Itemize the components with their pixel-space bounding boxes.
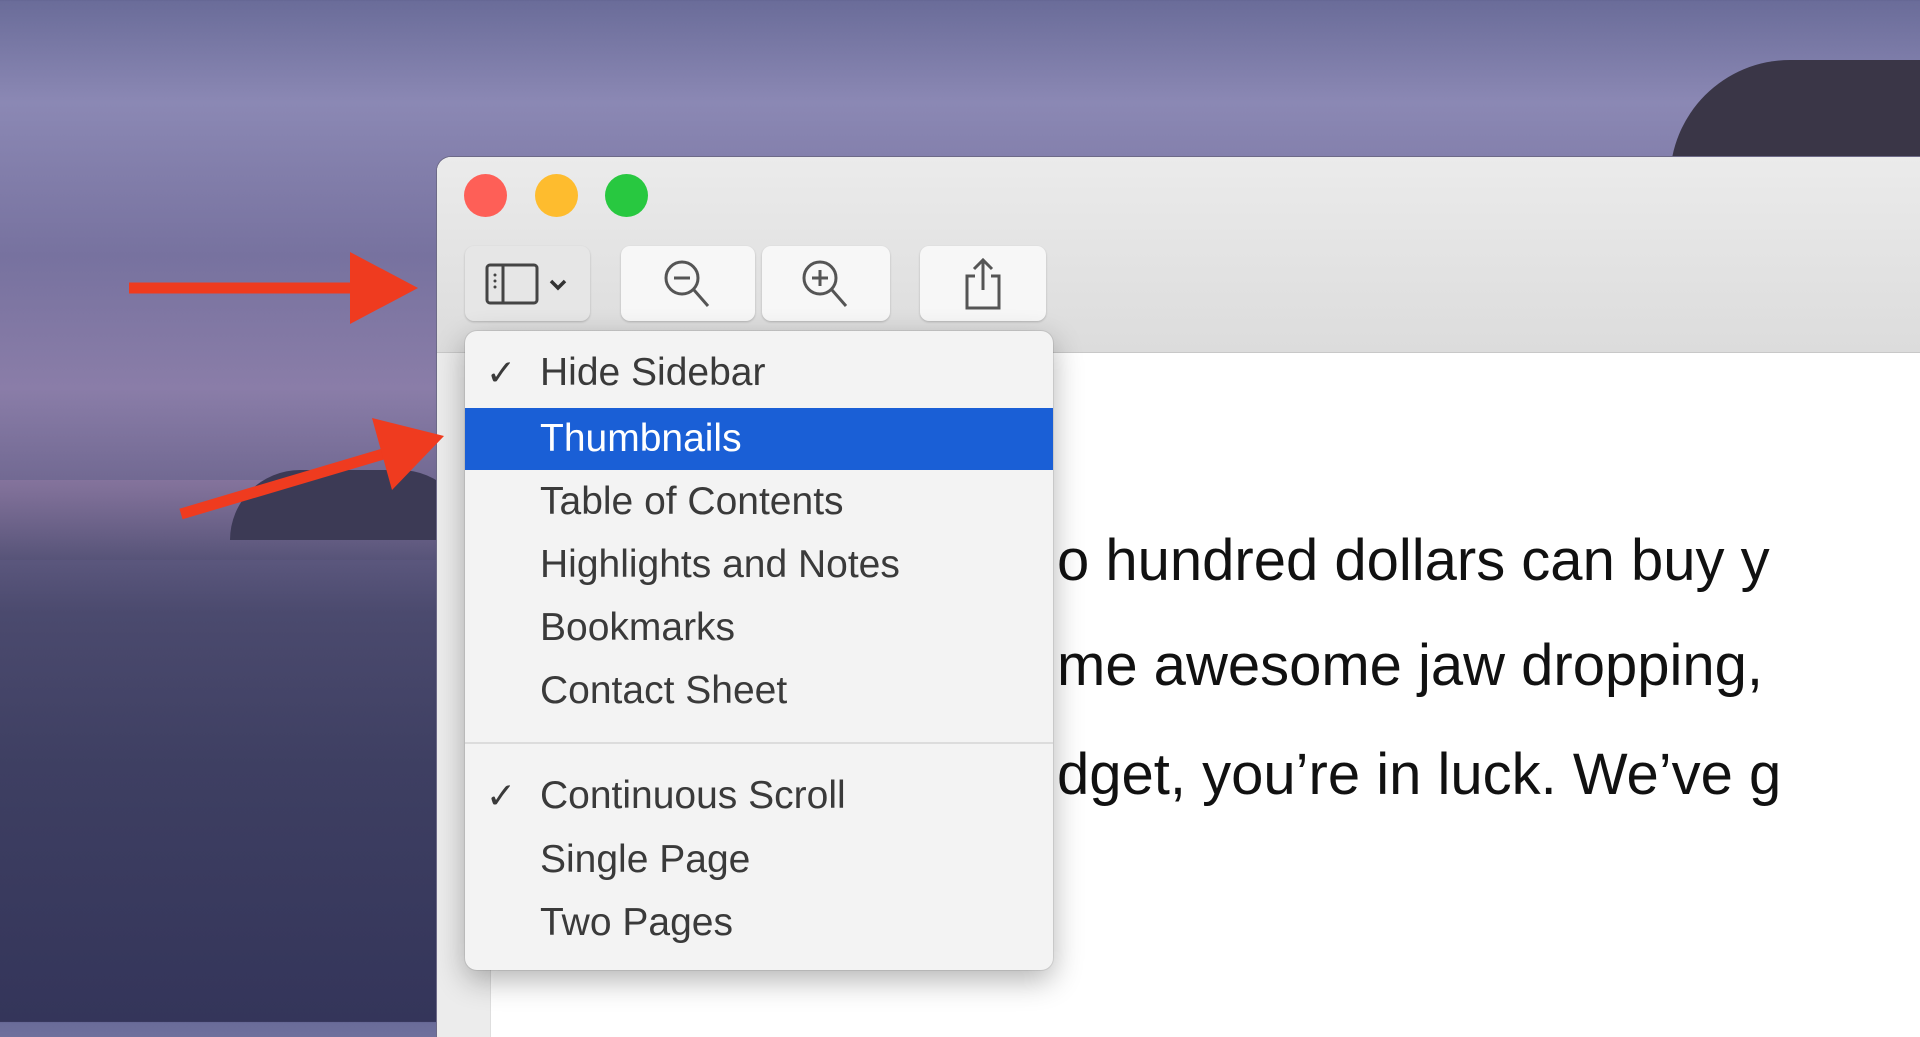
menu-item-two-pages[interactable]: Two Pages	[465, 892, 1053, 954]
document-text-line: o hundred dollars can buy y	[1057, 528, 1770, 593]
zoom-out-button[interactable]	[621, 246, 755, 321]
zoom-out-icon	[664, 260, 710, 307]
menu-separator	[465, 742, 1053, 744]
minimize-button[interactable]	[535, 174, 578, 217]
menu-item-thumbnails[interactable]: Thumbnails	[465, 408, 1053, 470]
share-button[interactable]	[920, 246, 1046, 321]
zoom-in-button[interactable]	[762, 246, 890, 321]
sidebar-icon	[485, 263, 566, 304]
menu-item-bookmarks[interactable]: Bookmarks	[465, 597, 1053, 659]
zoom-button[interactable]	[605, 174, 648, 217]
share-icon	[965, 257, 1001, 309]
document-text-line: me awesome jaw dropping,	[1057, 633, 1764, 698]
menu-item-highlights-and-notes[interactable]: Highlights and Notes	[465, 534, 1053, 596]
sidebar-dropdown-menu: ✓ Hide Sidebar Thumbnails Table of Conten…	[465, 331, 1053, 970]
menu-item-single-page[interactable]: Single Page	[465, 829, 1053, 891]
menu-item-contact-sheet[interactable]: Contact Sheet	[465, 660, 1053, 722]
red-arrow-annotation	[129, 252, 418, 324]
chevron-down-icon	[549, 279, 566, 290]
menu-item-hide-sidebar[interactable]: ✓ Hide Sidebar	[465, 342, 1053, 404]
menu-item-table-of-contents[interactable]: Table of Contents	[465, 471, 1053, 533]
zoom-in-icon	[802, 260, 848, 307]
desktop-island	[230, 470, 470, 540]
sidebar-menu-button[interactable]	[465, 246, 590, 321]
toolbar	[437, 157, 1920, 353]
checkmark-icon: ✓	[486, 775, 517, 816]
menu-item-continuous-scroll[interactable]: ✓ Continuous Scroll	[465, 765, 1053, 827]
document-text-line: dget, you’re in luck. We’ve g	[1057, 742, 1782, 807]
close-button[interactable]	[464, 174, 507, 217]
checkmark-icon: ✓	[486, 352, 517, 393]
